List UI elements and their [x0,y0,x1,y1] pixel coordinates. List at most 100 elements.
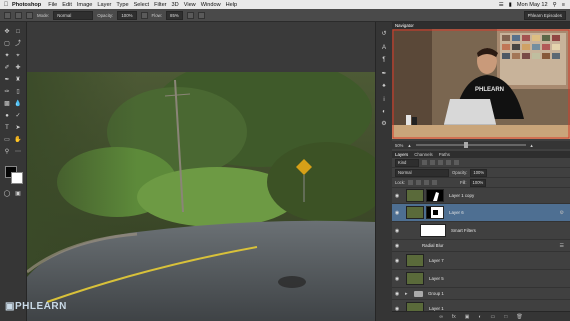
layer-style-icon[interactable]: fx [452,314,456,320]
eyedropper-tool-icon[interactable]: ✐ [2,64,12,73]
menu-help[interactable]: Help [226,2,243,8]
search-icon[interactable]: ⚲ [553,2,557,8]
lock-transparent-icon[interactable] [408,180,414,185]
blend-mode-dropdown[interactable]: Normal [395,168,449,177]
zoom-out-icon[interactable]: ▲ [407,143,411,148]
tab-navigator[interactable]: Navigator [395,22,414,29]
path-select-tool-icon[interactable]: ➤ [13,124,23,133]
character-panel-icon[interactable]: A [379,44,389,53]
list-icon[interactable]: ≡ [562,2,565,8]
layer-mask-thumbnail[interactable] [426,189,444,202]
move-tool-icon[interactable]: ✥ [2,28,12,37]
pen-tool-icon[interactable]: ✓ [13,112,23,121]
brush-panel-icon[interactable]: ✒ [379,70,389,79]
more-tools-icon[interactable]: ⋯ [13,148,23,157]
filter-options-icon[interactable]: ☰ [560,243,564,249]
quick-mask-icon[interactable]: ◯ [2,190,12,199]
layer-row-layer-7[interactable]: ◉ Layer 7 [392,252,570,270]
filter-type-icon[interactable] [438,160,443,165]
crop-tool-icon[interactable]: ⌖ [13,52,23,61]
clone-source-icon[interactable]: ♠ [379,82,389,91]
stamp-tool-icon[interactable]: ♜ [13,76,23,85]
filter-kind-dropdown[interactable]: Kind [395,158,419,167]
menu-edit[interactable]: Edit [62,2,77,8]
menu-app-name[interactable]: Photoshop [12,2,48,8]
link-layers-icon[interactable]: ∞ [439,314,443,320]
menu-file[interactable]: File [48,2,62,8]
new-layer-icon[interactable]: □ [504,314,507,320]
adjustment-layer-icon[interactable]: ◐ [479,314,482,320]
smart-object-icon[interactable]: ⚙ [560,210,564,216]
menu-type[interactable]: Type [116,2,133,8]
menu-clock[interactable]: Mon May 12 [517,2,548,8]
opacity-field[interactable]: 100% [117,10,137,20]
properties-panel-icon[interactable]: ⚙ [379,120,389,129]
group-expand-arrow-icon[interactable]: ▸ [405,291,410,297]
artboard-tool-icon[interactable]: □ [13,28,23,37]
background-color-swatch[interactable] [11,172,23,184]
lock-all-icon[interactable] [432,180,438,185]
brush-preset-icon[interactable] [4,11,11,19]
hand-tool-icon[interactable]: ✋ [13,136,23,145]
menu-image[interactable]: Image [77,2,98,8]
layer-row-group-1[interactable]: ◉ ▸ Group 1 [392,288,570,300]
adjustments-panel-icon[interactable]: ◐ [379,108,389,117]
delete-layer-icon[interactable]: 🗑 [516,314,522,320]
menu-select[interactable]: Select [134,2,155,8]
visibility-eye-icon[interactable]: ◉ [392,228,402,234]
flow-field[interactable]: 85% [166,10,183,20]
layer-opacity-field[interactable]: 100% [470,168,488,177]
marquee-tool-icon[interactable]: ▢ [2,40,12,49]
layer-row-layer-6[interactable]: ◉ Layer 6 ⚙ [392,204,570,222]
history-panel-icon[interactable]: ↺ [379,30,389,39]
visibility-eye-icon[interactable]: ◉ [392,291,402,297]
eraser-tool-icon[interactable]: ▯ [13,88,23,97]
layer-row-smart-filters[interactable]: ◉ Smart Filters [392,222,570,240]
visibility-eye-icon[interactable]: ◉ [392,193,402,199]
filter-pixel-icon[interactable] [422,160,427,165]
lock-image-icon[interactable] [416,180,422,185]
tab-channels[interactable]: Channels [414,151,433,158]
zoom-value[interactable]: 50% [395,143,403,148]
paragraph-panel-icon[interactable]: ¶ [379,56,389,65]
smart-filter-mask-thumbnail[interactable] [420,224,446,237]
blur-tool-icon[interactable]: 💧 [13,100,23,109]
navigator-preview[interactable]: PHLEARN [392,29,570,139]
menu-window[interactable]: Window [201,2,226,8]
fill-field[interactable]: 100% [469,178,487,187]
wifi-icon[interactable]: ☰ [499,2,504,8]
info-panel-icon[interactable]: i [379,96,389,105]
mode-dropdown[interactable]: Normal [53,10,94,20]
lock-position-icon[interactable] [424,180,430,185]
visibility-eye-icon[interactable]: ◉ [392,276,402,282]
zoom-in-icon[interactable]: ▲ [530,143,534,148]
new-group-icon[interactable]: ▭ [491,314,496,320]
brush-size-icon[interactable] [15,11,22,19]
brush-tool-icon[interactable]: ✒ [2,76,12,85]
visibility-eye-icon[interactable]: ◉ [392,243,402,249]
filter-adjustment-icon[interactable] [430,160,435,165]
menu-layer[interactable]: Layer [97,2,116,8]
battery-icon[interactable]: ▮ [509,2,512,8]
lasso-tool-icon[interactable]: ⤴ [13,40,23,49]
zoom-slider-knob[interactable] [463,142,468,148]
menu-view[interactable]: View [184,2,201,8]
workspace-switcher[interactable]: Phlearn Episodes [523,10,566,20]
visibility-eye-icon[interactable]: ◉ [392,210,402,216]
pressure-opacity-icon[interactable] [140,11,148,19]
brush-panel-icon[interactable] [26,11,33,19]
quick-select-tool-icon[interactable]: ✦ [2,52,12,61]
filter-smart-icon[interactable] [454,160,459,165]
pressure-size-icon[interactable] [197,11,205,19]
tab-layers[interactable]: Layers [395,151,408,158]
gradient-tool-icon[interactable]: ▩ [2,100,12,109]
zoom-tool-icon[interactable]: ⚲ [2,148,12,157]
zoom-slider[interactable] [415,142,526,148]
shape-tool-icon[interactable]: ▭ [2,136,12,145]
type-tool-icon[interactable]: T [2,124,12,133]
healing-tool-icon[interactable]: ✚ [13,64,23,73]
layer-row-radial-blur[interactable]: ◉ Radial Blur ☰ [392,240,570,252]
screen-mode-icon[interactable]: ▣ [13,190,23,199]
airbrush-icon[interactable] [186,11,194,19]
document-canvas[interactable] [27,22,375,321]
